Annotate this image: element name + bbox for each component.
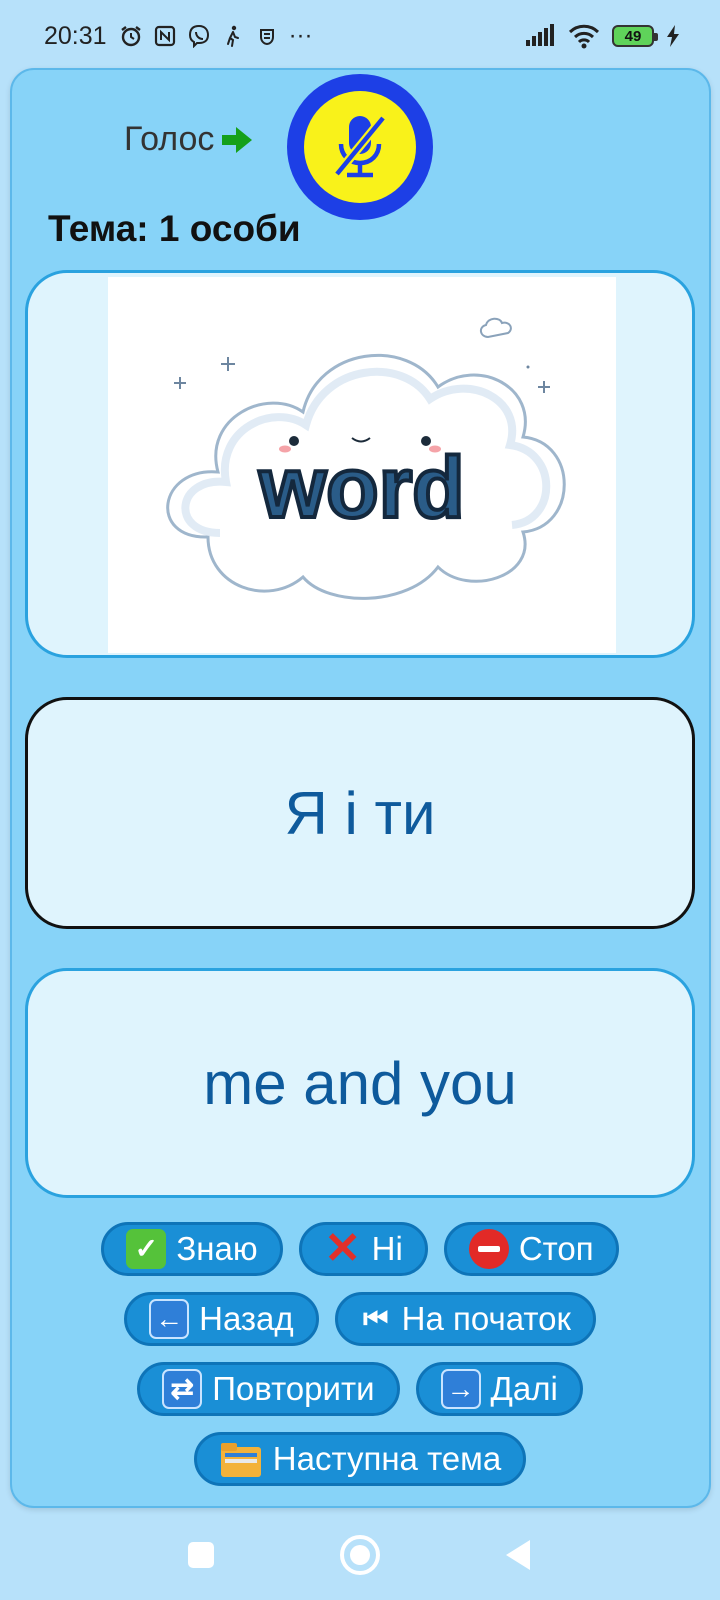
cloud-word-text: word bbox=[258, 440, 464, 536]
voice-row: Голос bbox=[124, 120, 253, 159]
card-index-dividers-icon bbox=[220, 1443, 261, 1477]
microphone-off-icon bbox=[333, 115, 387, 178]
status-right: 49 bbox=[524, 23, 680, 49]
status-time: 20:31 bbox=[44, 21, 107, 50]
ukrainian-word-card[interactable]: Я і ти bbox=[25, 697, 695, 929]
microphone-toggle-button[interactable] bbox=[287, 74, 433, 220]
no-entry-icon bbox=[468, 1229, 509, 1269]
repeat-button-label: Повторити bbox=[212, 1370, 375, 1407]
status-bar: 20:31 ··· 49 bbox=[0, 0, 720, 72]
home-button[interactable] bbox=[340, 1535, 380, 1575]
navigation-bar bbox=[0, 1510, 720, 1600]
mask-icon bbox=[259, 29, 274, 46]
wifi-icon bbox=[568, 24, 600, 49]
stop-button-label: Стоп bbox=[518, 1230, 594, 1267]
signal-icon bbox=[526, 24, 554, 46]
repeat-button[interactable]: ⇄ Повторити bbox=[137, 1362, 400, 1416]
check-mark-icon: ✓ bbox=[126, 1229, 167, 1269]
battery-icon: 49 bbox=[612, 25, 658, 47]
repeat-arrows-icon: ⇄ bbox=[162, 1369, 203, 1409]
button-row-3: ⇄ Повторити → Далі bbox=[0, 1362, 720, 1416]
voice-label: Голос bbox=[124, 120, 215, 158]
charging-icon bbox=[667, 25, 679, 47]
back-button-label: Назад bbox=[199, 1300, 294, 1337]
ukrainian-word-text: Я і ти bbox=[284, 779, 436, 847]
cross-mark-icon: ✕ bbox=[324, 1224, 362, 1273]
english-word-card[interactable]: me and you bbox=[25, 968, 695, 1198]
to-start-button-label: На початок bbox=[401, 1300, 571, 1337]
no-button-label: Ні bbox=[371, 1230, 403, 1267]
arrow-right-icon: → bbox=[440, 1369, 481, 1409]
button-row-2: ← Назад ⏮ На початок bbox=[0, 1292, 720, 1346]
english-word-text: me and you bbox=[203, 1049, 517, 1117]
skip-back-icon: ⏮ bbox=[363, 1303, 389, 1334]
back-nav-button[interactable] bbox=[506, 1540, 530, 1570]
next-button-label: Далі bbox=[490, 1370, 558, 1407]
know-button-label: Знаю bbox=[176, 1230, 258, 1267]
word-cloud-image: word bbox=[108, 277, 616, 653]
topic-title: Тема: 1 особи bbox=[48, 208, 301, 249]
next-topic-button[interactable]: Наступна тема bbox=[193, 1432, 527, 1486]
arrow-left-icon: ← bbox=[149, 1299, 190, 1339]
alarm-icon bbox=[120, 26, 141, 47]
arrow-right-icon bbox=[222, 126, 253, 153]
status-left: 20:31 ··· bbox=[44, 22, 313, 51]
button-row-1: ✓ Знаю ✕ Ні Стоп bbox=[0, 1222, 720, 1276]
to-start-button[interactable]: ⏮ На початок bbox=[334, 1292, 596, 1346]
stop-button[interactable]: Стоп bbox=[443, 1222, 619, 1276]
button-row-4: Наступна тема bbox=[0, 1432, 720, 1486]
next-topic-button-label: Наступна тема bbox=[272, 1440, 502, 1477]
image-card: word bbox=[25, 270, 695, 658]
no-button[interactable]: ✕ Ні bbox=[298, 1222, 428, 1276]
microphone-button-inner bbox=[304, 91, 416, 203]
walking-icon bbox=[226, 25, 239, 47]
nfc-icon bbox=[154, 25, 175, 47]
cloud-illustration: word bbox=[166, 317, 566, 600]
next-button[interactable]: → Далі bbox=[415, 1362, 583, 1416]
recent-apps-button[interactable] bbox=[188, 1542, 214, 1568]
viber-icon bbox=[188, 24, 209, 48]
more-notifications-icon: ··· bbox=[288, 22, 313, 49]
know-button[interactable]: ✓ Знаю bbox=[101, 1222, 283, 1276]
back-button[interactable]: ← Назад bbox=[124, 1292, 319, 1346]
